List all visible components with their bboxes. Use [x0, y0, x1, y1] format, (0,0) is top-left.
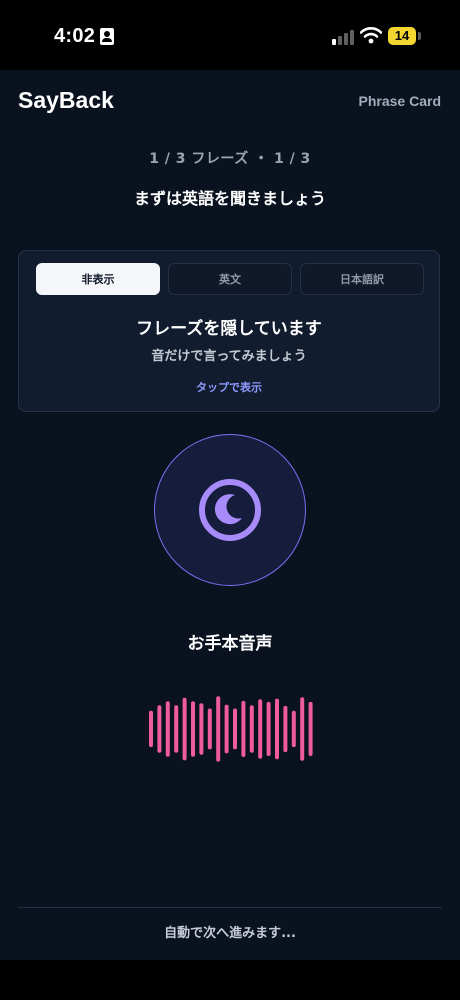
waveform-bar — [258, 699, 263, 759]
waveform-bar — [233, 708, 237, 750]
model-audio-label: お手本音声 — [187, 634, 273, 654]
battery-icon: 14 — [388, 27, 416, 45]
tab-english[interactable]: 英文 — [168, 263, 292, 295]
id-card-icon — [100, 28, 114, 45]
tab-hidden[interactable]: 非表示 — [36, 263, 160, 295]
moon-icon — [199, 479, 261, 541]
waveform-bar — [182, 697, 187, 761]
app-screen: SayBack Phrase Card 1 / 3 フレーズ ・ 1 / 3 ま… — [0, 70, 460, 960]
waveform-bar — [266, 701, 271, 756]
card-title: フレーズを隠しています — [136, 319, 322, 339]
app-brand: SayBack — [18, 87, 114, 113]
waveform-bar — [191, 701, 195, 757]
waveform-bar — [291, 710, 296, 748]
phrase-card: 非表示 英文 日本語訳 フレーズを隠しています 音だけで言ってみましょう タップ… — [18, 250, 440, 412]
cellular-signal-icon — [332, 29, 354, 45]
auto-advance-notice: 自動で次へ進みます... — [164, 926, 296, 941]
waveform-bar — [157, 705, 162, 753]
audio-waveform — [149, 696, 313, 762]
waveform-bar — [308, 701, 313, 756]
playback-button[interactable] — [154, 434, 306, 586]
battery-tip — [418, 32, 421, 40]
tab-japanese-translation[interactable]: 日本語訳 — [300, 263, 424, 295]
progress-indicator: 1 / 3 フレーズ ・ 1 / 3 — [149, 151, 311, 167]
display-mode-tabs: 非表示 英文 日本語訳 — [36, 263, 424, 295]
waveform-bar — [216, 696, 221, 762]
waveform-bar — [241, 700, 246, 757]
waveform-bar — [207, 708, 212, 750]
waveform-bar — [149, 710, 153, 748]
waveform-bar — [224, 704, 229, 754]
waveform-bar — [174, 705, 179, 753]
waveform-bar — [300, 697, 305, 761]
tap-to-reveal-link[interactable]: タップで表示 — [19, 379, 439, 395]
waveform-bar — [283, 705, 288, 753]
home-indicator-area — [0, 960, 460, 1000]
waveform-bar — [165, 701, 170, 757]
card-subtitle: 音だけで言ってみましょう — [151, 349, 307, 364]
wifi-icon — [360, 27, 382, 44]
status-bar: 4:02 14 — [0, 0, 460, 70]
status-time: 4:02 — [54, 25, 96, 47]
phrase-card-link[interactable]: Phrase Card — [359, 93, 441, 109]
waveform-bar — [199, 703, 204, 755]
waveform-bar — [249, 705, 254, 753]
waveform-bar — [275, 698, 279, 760]
footer-divider — [18, 907, 442, 908]
instruction-prompt: まずは英語を聞きましょう — [133, 189, 326, 208]
